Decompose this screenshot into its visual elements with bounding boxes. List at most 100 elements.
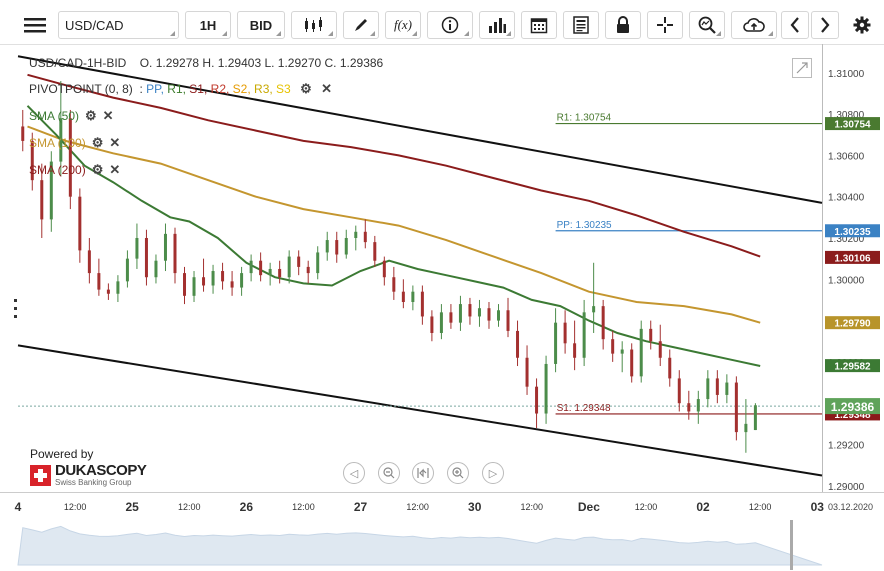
candle-body	[696, 399, 700, 412]
zoom-icon[interactable]	[689, 11, 725, 39]
zoom-in-button[interactable]	[447, 462, 469, 484]
bars-icon[interactable]	[479, 11, 515, 39]
candle-body	[230, 281, 234, 288]
candle-body	[658, 341, 662, 358]
menu-icon[interactable]	[18, 11, 52, 39]
time-tick-label: 12:00	[64, 502, 87, 512]
candle-body	[477, 308, 481, 317]
channel-upper-line	[17, 55, 823, 204]
price-tick-label: 1.29000	[828, 482, 865, 493]
candles-icon[interactable]	[291, 11, 337, 39]
time-tick-label: 12:00	[406, 502, 429, 512]
pivot-label: PIVOTPOINT (0, 8)	[29, 82, 133, 96]
candle-body	[706, 378, 710, 400]
pivot-line-label: R1: 1.30754	[557, 113, 612, 124]
pivot-item: S1,	[185, 82, 208, 96]
crosshair-icon[interactable]	[647, 11, 683, 39]
candle-body	[221, 271, 225, 282]
candle-body	[78, 196, 82, 251]
lock-icon[interactable]	[605, 11, 641, 39]
candle-body	[183, 273, 187, 296]
candle-body	[211, 271, 215, 286]
candle-body	[525, 357, 529, 387]
pivot-item: S3	[272, 82, 291, 96]
gear-icon[interactable]: ⚙	[300, 81, 312, 97]
candle-body	[363, 231, 367, 243]
candle-body	[496, 310, 500, 321]
time-tick-label: 26	[240, 500, 254, 514]
time-tick-label: 02	[696, 500, 710, 514]
candle-body	[611, 339, 615, 354]
symbol-select[interactable]: USD/CAD	[58, 11, 179, 39]
navigator-area	[17, 525, 823, 566]
candle-body	[687, 403, 691, 412]
candle-body	[344, 237, 348, 255]
calendar-icon[interactable]	[521, 11, 557, 39]
candle-body	[668, 357, 672, 379]
expand-icon[interactable]	[792, 58, 812, 78]
fit-button[interactable]	[412, 462, 434, 484]
candle-body	[468, 304, 472, 317]
draw-icon[interactable]	[343, 11, 379, 39]
candle-body	[516, 330, 520, 358]
gear-icon[interactable]: ⚙	[92, 135, 104, 151]
candle-body	[506, 310, 510, 331]
time-tick-label: 27	[354, 500, 368, 514]
candle-body	[620, 349, 624, 354]
candle-body	[144, 237, 148, 278]
arrow-right-icon[interactable]	[811, 11, 839, 39]
powered-by-label: Powered by	[30, 447, 94, 461]
scroll-left-button[interactable]: ◁	[343, 462, 365, 484]
settings-icon[interactable]	[848, 11, 876, 39]
time-tick-label: 25	[125, 500, 139, 514]
time-tick-label: 12:00	[749, 502, 772, 512]
close-icon[interactable]: ✕	[109, 162, 120, 178]
price-type-value: BID	[249, 17, 273, 33]
candle-body	[744, 423, 748, 433]
price-tick-label: 1.30600	[828, 151, 865, 162]
news-icon[interactable]	[563, 11, 599, 39]
current-date: 03.12.2020	[828, 502, 874, 512]
candle-body	[268, 268, 272, 276]
candle-body	[173, 233, 177, 274]
sma-price-box: 1.29790	[834, 319, 871, 330]
candle-body	[306, 266, 310, 274]
ohlc-values: O. 1.29278 H. 1.29403 L. 1.29270 C. 1.29…	[139, 56, 384, 70]
price-chart[interactable]: 1.310001.308001.306001.304001.302001.300…	[0, 44, 884, 571]
time-tick-label: 12:00	[292, 502, 315, 512]
arrow-left-icon[interactable]	[781, 11, 809, 39]
gear-icon[interactable]: ⚙	[92, 162, 104, 178]
pivot-line-label: PP: 1.30235	[557, 220, 612, 231]
close-icon[interactable]: ✕	[321, 81, 332, 97]
candle-body	[392, 277, 396, 292]
candle-body	[535, 386, 539, 414]
branding: Powered by DUKASCOPY Swiss Banking Group	[30, 447, 147, 487]
zoom-out-button[interactable]	[378, 462, 400, 484]
function-icon[interactable]: f(x)	[385, 11, 421, 39]
timeframe-value: 1H	[199, 17, 217, 33]
timeframe-select[interactable]: 1H	[185, 11, 231, 39]
drag-handle-icon[interactable]	[14, 298, 18, 320]
indicator-row: SMA (200) ⚙ ✕	[29, 162, 120, 178]
candle-body	[325, 240, 329, 253]
gear-icon[interactable]: ⚙	[85, 108, 97, 124]
candle-body	[601, 306, 605, 340]
pivot-item: S2,	[229, 82, 251, 96]
candle-body	[420, 291, 424, 317]
candle-body	[715, 378, 719, 395]
info-icon[interactable]	[427, 11, 473, 39]
cloud-icon[interactable]	[731, 11, 777, 39]
close-icon[interactable]: ✕	[109, 135, 120, 151]
candle-body	[87, 250, 91, 274]
pivot-price-box: 1.30754	[834, 120, 871, 131]
candle-body	[382, 260, 386, 278]
candle-body	[154, 260, 158, 278]
price-type-select[interactable]: BID	[237, 11, 285, 39]
candle-body	[68, 118, 72, 197]
candle-body	[430, 316, 434, 333]
scroll-right-button[interactable]: ▷	[482, 462, 504, 484]
price-tick-label: 1.30000	[828, 275, 865, 286]
candle-body	[582, 312, 586, 358]
candle-body	[401, 291, 405, 303]
close-icon[interactable]: ✕	[103, 108, 114, 124]
